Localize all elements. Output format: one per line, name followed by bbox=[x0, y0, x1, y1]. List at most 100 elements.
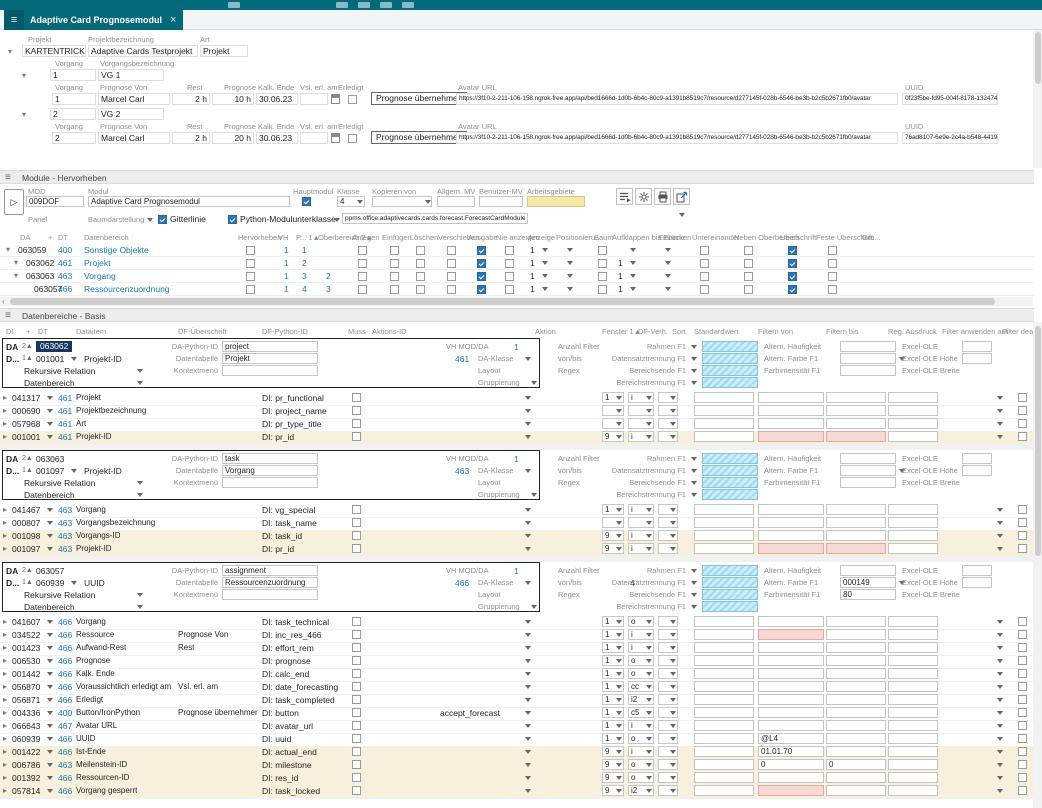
bereichsende-caret[interactable] bbox=[690, 590, 699, 599]
filtern-von-field[interactable]: 0 bbox=[758, 759, 824, 770]
filtern-bis-field[interactable] bbox=[826, 785, 886, 796]
baum-checkbox[interactable] bbox=[598, 259, 607, 268]
row-expander-icon[interactable]: ▸ bbox=[3, 746, 7, 758]
regex-field[interactable] bbox=[888, 772, 938, 783]
filter-deak-checkbox[interactable] bbox=[1018, 617, 1027, 626]
aktion-caret[interactable] bbox=[524, 432, 533, 441]
hauptmodul-checkbox[interactable] bbox=[302, 197, 311, 206]
filter-deak-checkbox[interactable] bbox=[1018, 406, 1027, 415]
da-klasse-caret[interactable] bbox=[524, 354, 533, 363]
filter-anwenden-caret[interactable] bbox=[996, 406, 1005, 415]
ueberschrift-checkbox[interactable] bbox=[788, 272, 797, 281]
vorgang-cell[interactable]: 2 bbox=[52, 132, 96, 144]
filtern-von-field[interactable] bbox=[758, 668, 824, 679]
prognose-von-cell[interactable]: Marcel Carl bbox=[98, 93, 170, 105]
filter-anwenden-caret[interactable] bbox=[996, 531, 1005, 540]
da-klasse-caret[interactable] bbox=[524, 466, 533, 475]
regex-field[interactable] bbox=[888, 733, 938, 744]
module-more-caret[interactable] bbox=[678, 210, 687, 219]
baum-checkbox[interactable] bbox=[598, 246, 607, 255]
positionierung-caret[interactable] bbox=[566, 271, 575, 280]
verschieben-checkbox[interactable] bbox=[447, 259, 456, 268]
gruppierung-caret[interactable] bbox=[530, 602, 539, 611]
fenster-select[interactable]: 9 bbox=[602, 530, 624, 541]
aktion-caret[interactable] bbox=[524, 760, 533, 769]
topgrid-scrollbar[interactable] bbox=[1033, 30, 1042, 168]
rahmen-caret[interactable] bbox=[690, 342, 699, 351]
bereichstrennung-caret[interactable] bbox=[690, 378, 699, 387]
datensatztrennung-field[interactable] bbox=[702, 465, 758, 476]
da-id-selected[interactable]: 063062 bbox=[36, 341, 72, 352]
df-verh-select[interactable]: i bbox=[628, 504, 654, 515]
aktion-caret[interactable] bbox=[524, 406, 533, 415]
excel-ole-hoehe-field[interactable] bbox=[962, 577, 992, 588]
project-expander-icon[interactable]: ▾ bbox=[8, 46, 12, 58]
df-verh-select[interactable]: o bbox=[628, 759, 654, 770]
filtern-von-field[interactable] bbox=[758, 720, 824, 731]
row-expander-icon[interactable]: ▸ bbox=[3, 418, 7, 430]
di-caret[interactable] bbox=[46, 419, 55, 428]
sort-select[interactable] bbox=[658, 530, 678, 541]
filter-deak-checkbox[interactable] bbox=[1018, 747, 1027, 756]
bereichsende-field[interactable] bbox=[702, 589, 758, 600]
scroll-left-icon[interactable]: ‹ bbox=[2, 297, 5, 306]
nie-anzeigen-checkbox[interactable] bbox=[505, 285, 514, 294]
task-expander-icon[interactable]: ▾ bbox=[22, 70, 26, 82]
sort-select[interactable] bbox=[658, 707, 678, 718]
kopieren-von-field[interactable] bbox=[372, 196, 432, 207]
rest-cell[interactable]: 2 h bbox=[172, 132, 210, 144]
ausgabe-checkbox[interactable] bbox=[477, 272, 486, 281]
fenster-select[interactable]: 9 bbox=[602, 759, 624, 770]
di-caret[interactable] bbox=[46, 432, 55, 441]
df-verh-select[interactable]: i bbox=[628, 746, 654, 757]
aktion-caret[interactable] bbox=[524, 708, 533, 717]
prognose-cell[interactable]: 10 h bbox=[212, 93, 254, 105]
regex-field[interactable] bbox=[888, 785, 938, 796]
muss-checkbox[interactable] bbox=[352, 721, 361, 730]
row-expander-icon[interactable]: ▸ bbox=[3, 668, 7, 680]
filtern-von-field[interactable] bbox=[758, 504, 824, 515]
standardwert-field[interactable] bbox=[694, 418, 754, 429]
area-name-link[interactable]: Vorgang bbox=[84, 270, 116, 282]
filtern-von-field[interactable] bbox=[758, 418, 824, 429]
excel-ole-field[interactable] bbox=[962, 565, 992, 576]
einruecken-caret[interactable] bbox=[664, 271, 673, 280]
ueberschrift-checkbox[interactable] bbox=[788, 259, 797, 268]
allgem-mv-field[interactable] bbox=[437, 196, 475, 207]
sort-select[interactable] bbox=[658, 392, 678, 403]
filtern-von-field[interactable]: 01.01.70 bbox=[758, 746, 824, 757]
neben-oberbereich-checkbox[interactable] bbox=[744, 285, 753, 294]
filter-anwenden-caret[interactable] bbox=[996, 419, 1005, 428]
standardwert-field[interactable] bbox=[694, 642, 754, 653]
datenbereich-caret[interactable] bbox=[136, 602, 145, 611]
nie-anzeigen-checkbox[interactable] bbox=[505, 246, 514, 255]
muss-checkbox[interactable] bbox=[352, 656, 361, 665]
key-di-id[interactable]: 060939 bbox=[36, 577, 64, 589]
filtern-bis-field[interactable] bbox=[826, 707, 886, 718]
anlegen-checkbox[interactable] bbox=[358, 272, 367, 281]
fenster-select[interactable]: 1 bbox=[602, 504, 624, 515]
di-caret[interactable] bbox=[46, 630, 55, 639]
filter-anwenden-caret[interactable] bbox=[996, 786, 1005, 795]
regex-field[interactable] bbox=[888, 720, 938, 731]
area-expander-icon[interactable]: ▾ bbox=[14, 257, 18, 269]
muss-checkbox[interactable] bbox=[352, 682, 361, 691]
fenster-select[interactable] bbox=[602, 517, 624, 528]
di-caret[interactable] bbox=[46, 393, 55, 402]
untereinander-checkbox[interactable] bbox=[700, 246, 709, 255]
hervorheben-checkbox[interactable] bbox=[246, 285, 255, 294]
filter-deak-checkbox[interactable] bbox=[1018, 531, 1027, 540]
aktion-caret[interactable] bbox=[524, 505, 533, 514]
filter-deak-checkbox[interactable] bbox=[1018, 682, 1027, 691]
bereichsende-field[interactable] bbox=[702, 477, 758, 488]
filter-anwenden-caret[interactable] bbox=[996, 505, 1005, 514]
neben-oberbereich-checkbox[interactable] bbox=[744, 259, 753, 268]
row-expander-icon[interactable]: ▸ bbox=[3, 694, 7, 706]
tab-close-icon[interactable]: × bbox=[168, 14, 183, 26]
aktion-caret[interactable] bbox=[524, 669, 533, 678]
df-verh-select[interactable]: i bbox=[628, 642, 654, 653]
datensatztrennung-caret[interactable] bbox=[690, 354, 699, 363]
fenster-select[interactable]: 1 bbox=[602, 655, 624, 666]
standardwert-field[interactable] bbox=[694, 733, 754, 744]
einfuegen-checkbox[interactable] bbox=[390, 246, 399, 255]
